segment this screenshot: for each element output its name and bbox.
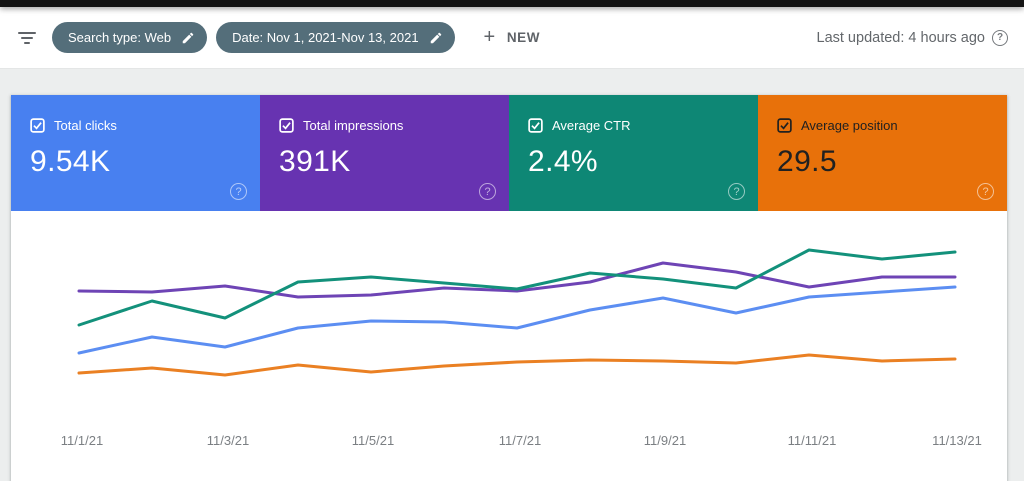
metric-tile-average-ctr[interactable]: Average CTR 2.4% ?: [509, 95, 758, 211]
metric-value: 9.54K: [30, 145, 111, 178]
checkbox-checked-icon[interactable]: [30, 118, 45, 133]
x-tick-label: 11/3/21: [206, 433, 250, 448]
search-type-chip[interactable]: Search type: Web: [52, 22, 208, 53]
new-filter-button[interactable]: + NEW: [476, 22, 549, 54]
chart-line-total-clicks: [77, 285, 957, 355]
filter-list-icon[interactable]: [18, 31, 36, 45]
x-tick-label: 11/9/21: [643, 433, 687, 448]
checkbox-checked-icon[interactable]: [279, 118, 294, 133]
metric-label: Average CTR: [552, 118, 631, 133]
date-range-chip[interactable]: Date: Nov 1, 2021-Nov 13, 2021: [216, 22, 455, 53]
metric-label: Average position: [801, 118, 898, 133]
checkbox-checked-icon[interactable]: [528, 118, 543, 133]
search-type-chip-label: Search type: Web: [68, 30, 172, 45]
performance-chart: 11/1/21 11/3/21 11/5/21 11/7/21 11/9/21 11/11…: [11, 211, 1007, 481]
metric-value: 2.4%: [528, 145, 598, 178]
checkbox-checked-icon[interactable]: [777, 118, 792, 133]
metric-label: Total clicks: [54, 118, 117, 133]
help-icon[interactable]: ?: [728, 183, 745, 200]
performance-panel: Total clicks 9.54K ? Total impressions 3…: [0, 69, 1024, 481]
last-updated-text: Last updated: 4 hours ago: [816, 29, 986, 46]
edit-pencil-icon[interactable]: [429, 31, 443, 45]
x-tick-label: 11/5/21: [351, 433, 395, 448]
x-tick-label: 11/13/21: [932, 433, 982, 448]
x-tick-label: 11/7/21: [498, 433, 542, 448]
chart-line-average-position: [77, 353, 957, 377]
help-icon[interactable]: ?: [230, 183, 247, 200]
metric-tile-average-position[interactable]: Average position 29.5 ?: [758, 95, 1007, 211]
performance-card: Total clicks 9.54K ? Total impressions 3…: [11, 95, 1007, 481]
x-tick-label: 11/1/21: [60, 433, 104, 448]
plus-icon: +: [483, 25, 496, 48]
chart-line-total-impressions: [77, 261, 957, 299]
toolbar: Search type: Web Date: Nov 1, 2021-Nov 1…: [0, 7, 1024, 69]
help-icon[interactable]: ?: [479, 183, 496, 200]
metric-tile-total-impressions[interactable]: Total impressions 391K ?: [260, 95, 509, 211]
metric-value: 29.5: [777, 145, 837, 178]
metric-tiles-row: Total clicks 9.54K ? Total impressions 3…: [11, 95, 1007, 211]
help-icon[interactable]: ?: [992, 29, 1008, 46]
metric-label: Total impressions: [303, 118, 404, 133]
metric-tile-total-clicks[interactable]: Total clicks 9.54K ?: [11, 95, 260, 211]
edit-pencil-icon[interactable]: [181, 31, 195, 45]
metric-value: 391K: [279, 145, 351, 178]
help-icon[interactable]: ?: [977, 183, 994, 200]
date-range-chip-label: Date: Nov 1, 2021-Nov 13, 2021: [232, 30, 419, 45]
x-tick-label: 11/11/21: [787, 433, 837, 448]
new-filter-button-label: NEW: [506, 30, 541, 45]
last-updated: Last updated: 4 hours ago ?: [816, 29, 1008, 46]
window-top-strip: [0, 0, 1024, 7]
